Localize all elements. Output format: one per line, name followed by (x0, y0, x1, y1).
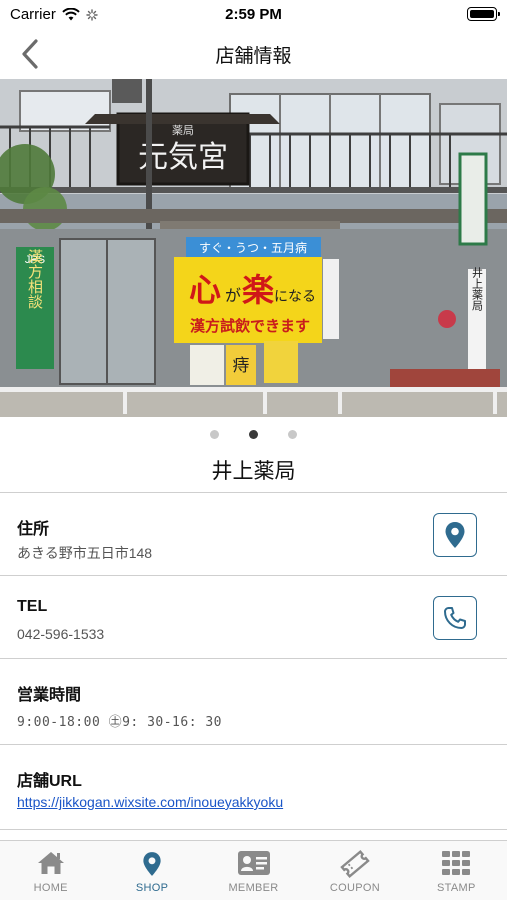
carousel-dot-1[interactable] (210, 430, 219, 439)
carousel-page-indicator (0, 430, 507, 442)
shop-name: 井上薬局 (211, 460, 296, 483)
photo-store-sign-main-2: が (225, 286, 241, 305)
tab-member-label: MEMBER (228, 882, 279, 894)
photo-store-sign-bottom-text: 漢方試飲できます (190, 317, 310, 335)
coupon-ticket-icon (340, 850, 370, 878)
tel-row: TEL 042-596-1533 (0, 575, 507, 658)
photo-store-sign-top-text: すぐ・うつ・五月病 (199, 240, 307, 255)
tel-value: 042-596-1533 (17, 626, 105, 642)
business-hours-value: 9:00-18:00 ㊏9: 30-16: 30 (17, 715, 223, 730)
shop-url-row: 店舗URL https://jikkogan.wixsite.com/inoue… (0, 744, 507, 829)
business-hours-label: 営業時間 (17, 687, 82, 704)
status-bar: Carrier 2:59 PM (0, 0, 507, 28)
photo-store-sign-main-1: 心 (189, 271, 221, 309)
tab-home[interactable]: HOME (0, 841, 101, 900)
tab-member[interactable]: MEMBER (203, 841, 304, 900)
home-icon (37, 852, 64, 874)
call-button[interactable] (433, 596, 477, 640)
tab-shop-label: SHOP (135, 882, 169, 894)
stamp-grid-icon (442, 851, 471, 875)
carousel-dot-3[interactable] (288, 430, 297, 439)
tab-shop[interactable]: SHOP (101, 841, 202, 900)
address-row: 住所 あきる野市五日市148 (0, 492, 507, 575)
address-label: 住所 (17, 521, 50, 538)
list-end-divider (0, 829, 507, 830)
photo-right-sign-text: 井上薬局 (471, 266, 484, 312)
member-card-icon (237, 851, 270, 875)
battery-icon (467, 7, 500, 21)
page-title: 店舗情報 (215, 46, 292, 67)
photo-poster-text: 痔 (233, 356, 250, 376)
map-button[interactable] (433, 513, 477, 557)
navigation-bar: 店舗情報 (0, 28, 507, 78)
business-hours-row: 営業時間 9:00-18:00 ㊏9: 30-16: 30 (0, 658, 507, 744)
shop-url-link[interactable]: https://jikkogan.wixsite.com/inoueyakkyo… (17, 794, 283, 810)
back-button[interactable] (10, 36, 50, 72)
address-value: あきる野市五日市148 (17, 545, 153, 561)
tab-coupon[interactable]: COUPON (304, 841, 405, 900)
photo-left-banner-text: 漢方相談 (26, 249, 44, 309)
photo-signboard-small-text: 薬局 (172, 124, 194, 137)
phone-icon (444, 607, 466, 629)
shop-url-label: 店舗URL (17, 773, 82, 790)
tab-coupon-label: COUPON (329, 882, 380, 894)
tab-bar: HOME SHOP MEMBER COUPON STAMP (0, 840, 507, 900)
status-time: 2:59 PM (225, 6, 282, 23)
map-pin-icon (445, 522, 465, 548)
tel-label: TEL (17, 598, 48, 615)
photo-store-sign-main-3: 楽 (242, 271, 274, 309)
tab-stamp-label: STAMP (437, 882, 476, 894)
shop-photo: 元気宮 薬局 JPS 漢方相談 すぐ・うつ・五月病 心 が 楽 になる 漢方試飲… (0, 79, 507, 417)
shop-photo-carousel[interactable]: 元気宮 薬局 JPS 漢方相談 すぐ・うつ・五月病 心 が 楽 になる 漢方試飲… (0, 79, 507, 417)
photo-store-sign-main-4: になる (274, 289, 316, 305)
tab-stamp[interactable]: STAMP (406, 841, 507, 900)
tab-home-label: HOME (33, 882, 68, 894)
map-pin-icon (143, 852, 161, 876)
carousel-dot-2[interactable] (249, 430, 258, 439)
chevron-left-icon (22, 39, 38, 69)
